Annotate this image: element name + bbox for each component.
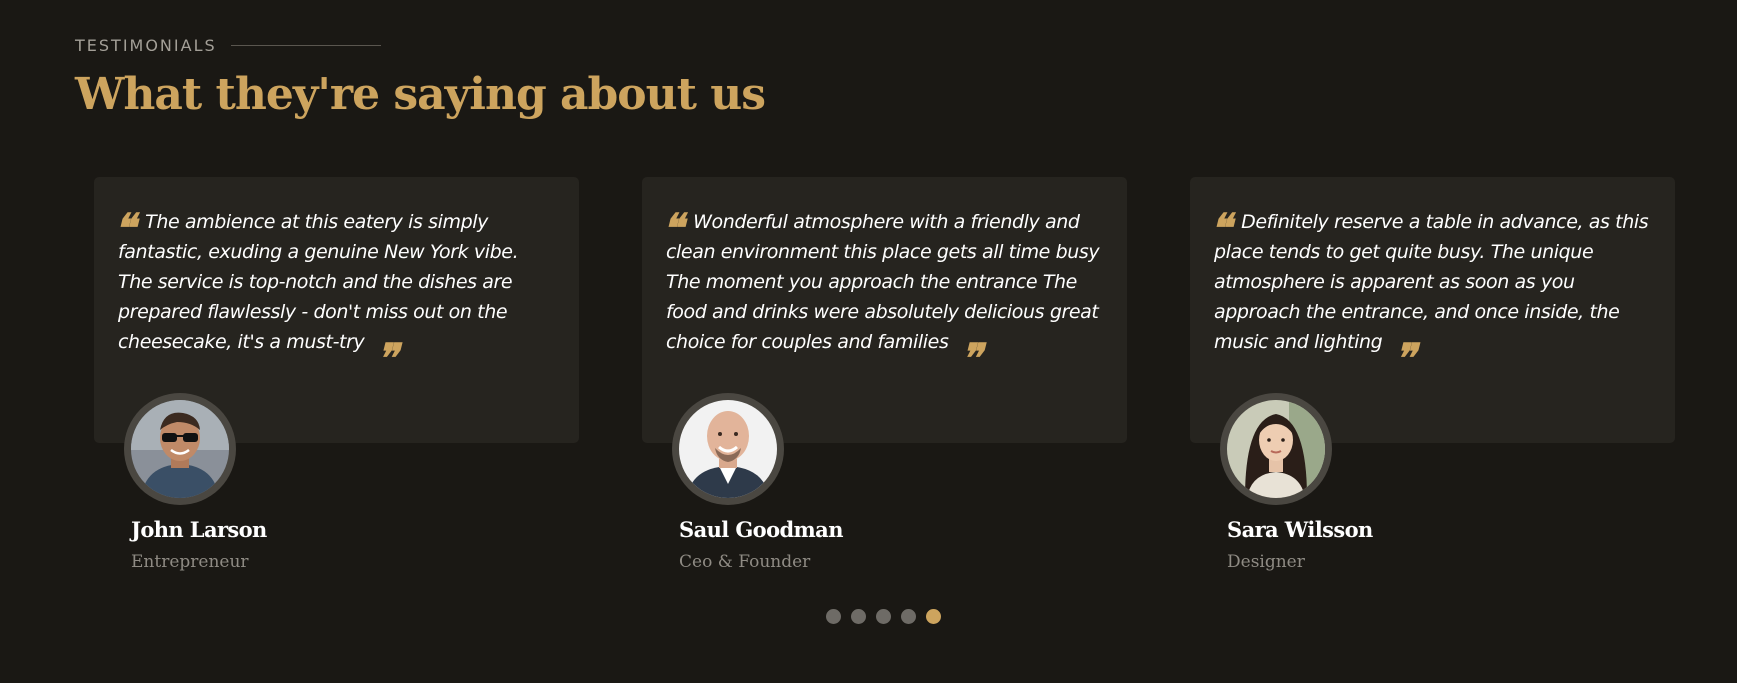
quote-open-icon: ❝ <box>662 205 684 252</box>
quote-close-icon: ❞ <box>1394 335 1416 382</box>
pagination-dot[interactable] <box>826 609 841 624</box>
section-eyebrow: TESTIMONIALS <box>75 36 765 55</box>
quote-open-icon: ❝ <box>1210 205 1232 252</box>
pagination-dot[interactable] <box>901 609 916 624</box>
pagination-dot[interactable] <box>876 609 891 624</box>
person-photo-icon <box>1227 400 1325 498</box>
testimonial-card: ❝ The ambience at this eatery is simply f… <box>94 177 579 572</box>
eyebrow-divider <box>230 45 381 46</box>
quote-close-icon: ❞ <box>960 335 982 382</box>
quote-body: The ambience at this eatery is simply fa… <box>118 211 519 353</box>
section-header: TESTIMONIALS What they're saying about u… <box>75 36 766 120</box>
quote-body: Wonderful atmosphere with a friendly and… <box>666 211 1100 353</box>
eyebrow-text: TESTIMONIALS <box>75 36 217 55</box>
avatar <box>124 393 236 505</box>
avatar <box>672 393 784 505</box>
carousel-pagination <box>826 609 941 624</box>
testimonial-quote: ❝ Definitely reserve a table in advance, … <box>1210 207 1653 379</box>
author-role: Ceo & Founder <box>679 552 811 572</box>
pagination-dot[interactable] <box>851 609 866 624</box>
avatar <box>1220 393 1332 505</box>
avatar-john-larson <box>131 400 229 498</box>
pagination-dot-active[interactable] <box>926 609 941 624</box>
testimonial-card: ❝ Definitely reserve a table in advance, … <box>1190 177 1675 572</box>
section-title: What they're saying about us <box>75 69 766 120</box>
quote-close-icon: ❞ <box>376 335 398 382</box>
avatar-saul-goodman <box>679 400 777 498</box>
avatar-sara-wilsson <box>1227 400 1325 498</box>
testimonial-quote: ❝ Wonderful atmosphere with a friendly an… <box>662 207 1105 379</box>
person-photo-icon <box>131 400 229 498</box>
author-name: Sara Wilsson <box>1227 517 1373 542</box>
testimonials-carousel: ❝ The ambience at this eatery is simply f… <box>94 177 1676 577</box>
testimonial-quote: ❝ The ambience at this eatery is simply f… <box>114 207 557 379</box>
author-name: Saul Goodman <box>679 517 843 542</box>
quote-body: Definitely reserve a table in advance, a… <box>1214 211 1649 353</box>
author-role: Designer <box>1227 552 1305 572</box>
author-role: Entrepreneur <box>131 552 249 572</box>
quote-open-icon: ❝ <box>114 205 136 252</box>
author-name: John Larson <box>131 517 267 542</box>
person-photo-icon <box>679 400 777 498</box>
testimonial-card: ❝ Wonderful atmosphere with a friendly an… <box>642 177 1127 572</box>
